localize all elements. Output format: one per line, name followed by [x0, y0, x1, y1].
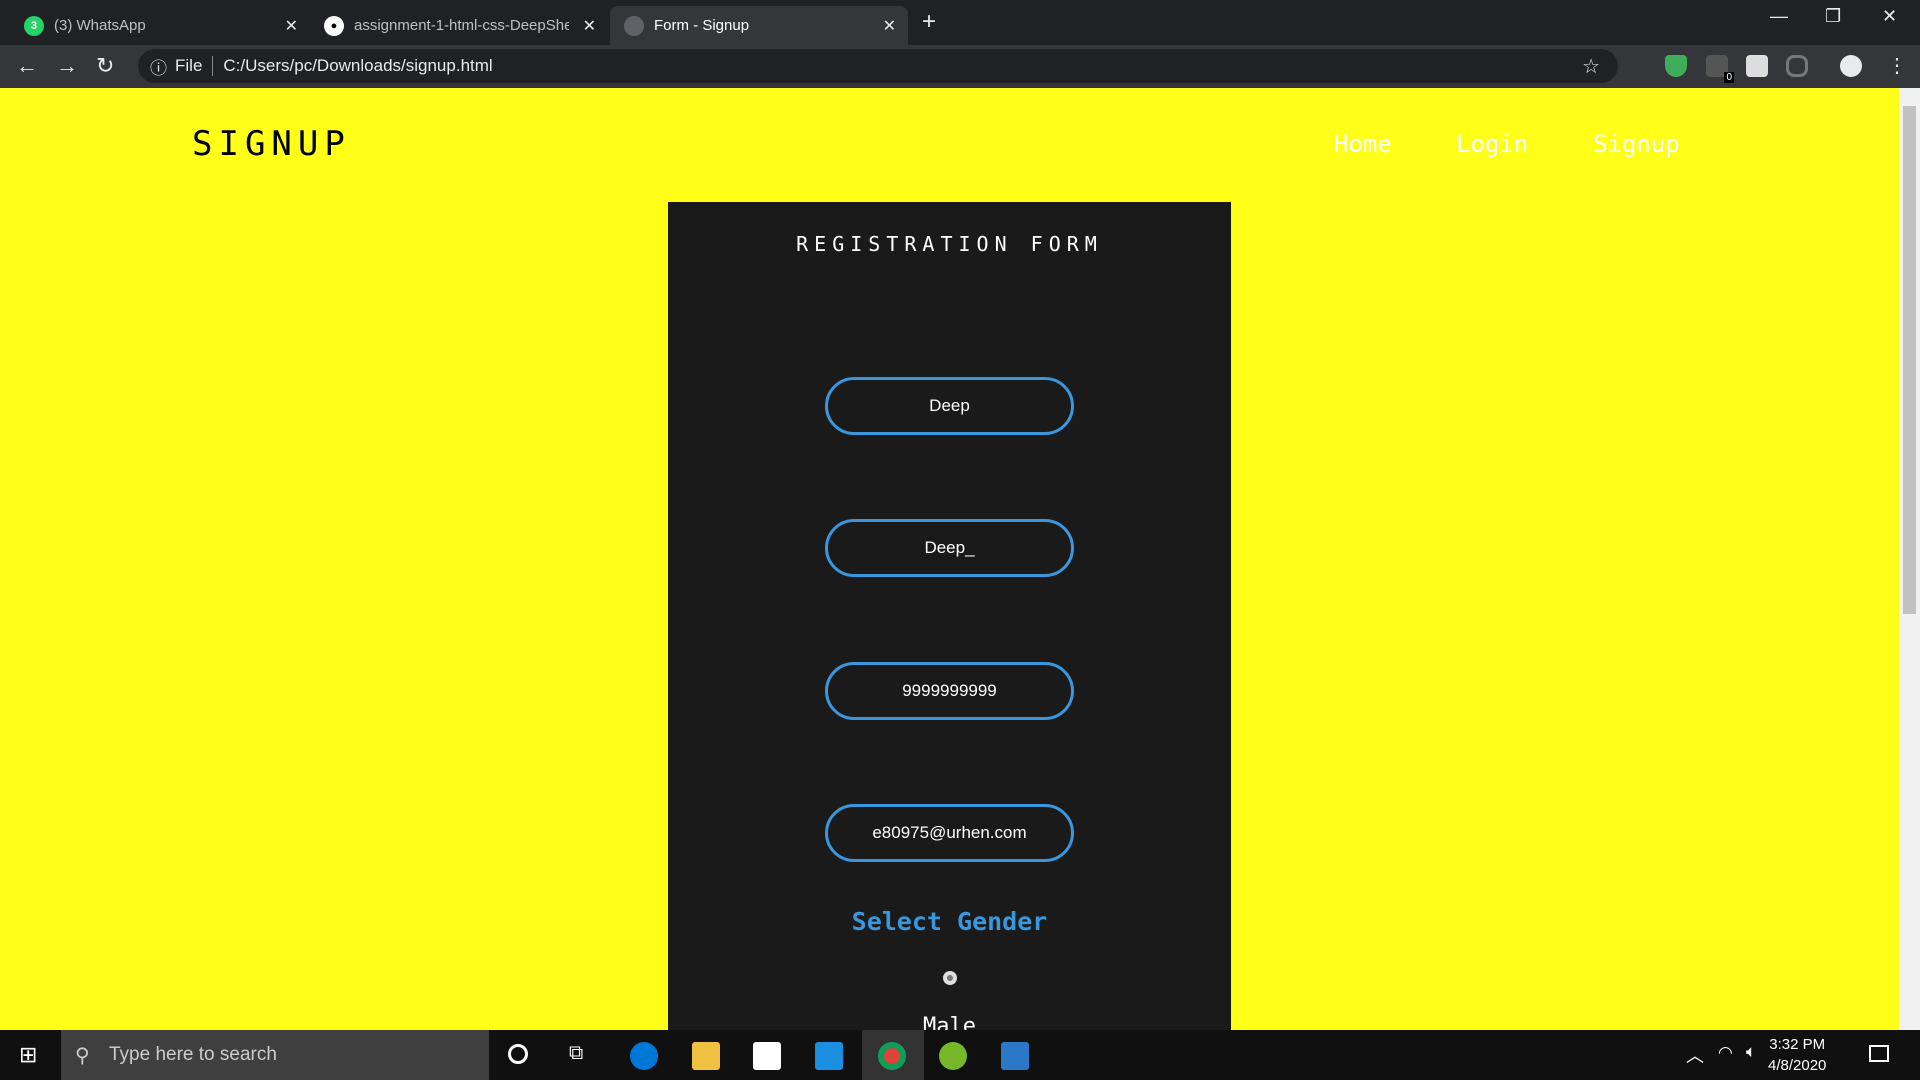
phone-input[interactable] — [825, 662, 1074, 720]
tab-title: Form - Signup — [654, 17, 750, 34]
gender-radio-1[interactable] — [943, 971, 957, 985]
photos-icon[interactable] — [1001, 1042, 1029, 1070]
site-logo: SIGNUP — [192, 124, 351, 164]
menu-kebab-icon[interactable]: ⋮ — [1887, 53, 1907, 78]
adguard-extension-icon[interactable] — [1665, 55, 1687, 77]
divider — [212, 56, 214, 76]
taskbar: ⊞ ⚲ Type here to search ⧉ ︿ ◠ 🔈︎ 3:32 PM… — [0, 1030, 1920, 1080]
search-icon: ⚲ — [75, 1044, 90, 1067]
back-button[interactable]: ← — [16, 53, 38, 79]
scrollbar[interactable] — [1899, 88, 1920, 1030]
edge-icon[interactable] — [630, 1042, 658, 1070]
restore-button[interactable]: ❐ — [1825, 6, 1841, 27]
mail-icon[interactable] — [815, 1042, 843, 1070]
tab-title: (3) WhatsApp — [54, 17, 146, 34]
tab-whatsapp[interactable]: 3 (3) WhatsApp ✕ — [10, 6, 310, 45]
gender-label: Select Gender — [851, 907, 1048, 936]
link-extension-icon[interactable] — [1786, 55, 1808, 77]
fist-extension-icon[interactable] — [1746, 55, 1768, 77]
forward-button[interactable]: → — [56, 53, 78, 79]
chevron-up-icon[interactable]: ︿ — [1686, 1042, 1704, 1068]
date: 4/8/2020 — [1768, 1057, 1827, 1074]
star-icon[interactable]: ☆ — [1582, 54, 1600, 79]
taskbar-search[interactable]: ⚲ Type here to search — [61, 1030, 489, 1080]
tab-github[interactable]: ● assignment-1-html-css-DeepShe ✕ — [310, 6, 608, 45]
chrome-icon[interactable] — [878, 1042, 906, 1070]
close-window-button[interactable]: ✕ — [1882, 6, 1897, 27]
nav-login[interactable]: Login — [1456, 130, 1528, 158]
clock[interactable]: 3:32 PM 4/8/2020 — [1768, 1034, 1826, 1076]
address-bar[interactable]: ⓘ File C:/Users/pc/Downloads/signup.html… — [138, 49, 1618, 83]
nav-signup[interactable]: Signup — [1593, 130, 1680, 158]
cortana-icon[interactable] — [508, 1044, 528, 1064]
github-icon: ● — [324, 15, 344, 36]
volume-icon[interactable]: 🔈︎ — [1746, 1042, 1756, 1062]
windows-start-icon[interactable]: ⊞ — [19, 1042, 37, 1068]
nav-home[interactable]: Home — [1334, 130, 1392, 158]
tab-strip: 3 (3) WhatsApp ✕ ● assignment-1-html-css… — [0, 0, 1920, 45]
form-title: REGISTRATION FORM — [796, 232, 1103, 256]
page-content: SIGNUP Home Login Signup REGISTRATION FO… — [0, 88, 1899, 1030]
notifications-icon[interactable] — [1869, 1045, 1889, 1062]
file-explorer-icon[interactable] — [692, 1042, 720, 1070]
reload-button[interactable]: ↻ — [96, 53, 114, 79]
profile-avatar-icon[interactable] — [1840, 55, 1862, 77]
url-text[interactable]: C:/Users/pc/Downloads/signup.html — [223, 56, 492, 76]
minimize-button[interactable]: — — [1770, 6, 1788, 27]
scheme-label: File — [175, 56, 203, 75]
male-label: Male — [923, 1014, 976, 1030]
username-input[interactable] — [825, 519, 1074, 577]
utorrent-icon[interactable] — [939, 1042, 967, 1070]
globe-icon — [624, 15, 644, 36]
close-icon[interactable]: ✕ — [285, 16, 298, 36]
scrollbar-thumb[interactable] — [1903, 106, 1916, 614]
registration-form: REGISTRATION FORM Select Gender Male — [668, 202, 1231, 1030]
close-icon[interactable]: ✕ — [883, 16, 896, 36]
first-name-input[interactable] — [825, 377, 1074, 435]
browser-toolbar: ← → ↻ ⓘ File C:/Users/pc/Downloads/signu… — [0, 45, 1920, 88]
time: 3:32 PM — [1769, 1036, 1826, 1053]
tab-form-signup[interactable]: Form - Signup ✕ — [610, 6, 908, 45]
email-input[interactable] — [825, 804, 1074, 862]
tab-title: assignment-1-html-css-DeepShe — [354, 17, 569, 34]
task-view-icon[interactable]: ⧉ — [569, 1042, 583, 1065]
shopping-extension-icon[interactable]: 0 — [1706, 55, 1734, 83]
whatsapp-icon: 3 — [24, 15, 44, 36]
extension-badge: 0 — [1724, 72, 1734, 83]
wifi-icon[interactable]: ◠ — [1718, 1043, 1733, 1063]
info-icon[interactable]: ⓘ — [150, 54, 167, 79]
search-placeholder: Type here to search — [109, 1044, 277, 1065]
store-icon[interactable] — [753, 1042, 781, 1070]
close-icon[interactable]: ✕ — [583, 16, 596, 36]
new-tab-button[interactable]: + — [922, 8, 936, 36]
